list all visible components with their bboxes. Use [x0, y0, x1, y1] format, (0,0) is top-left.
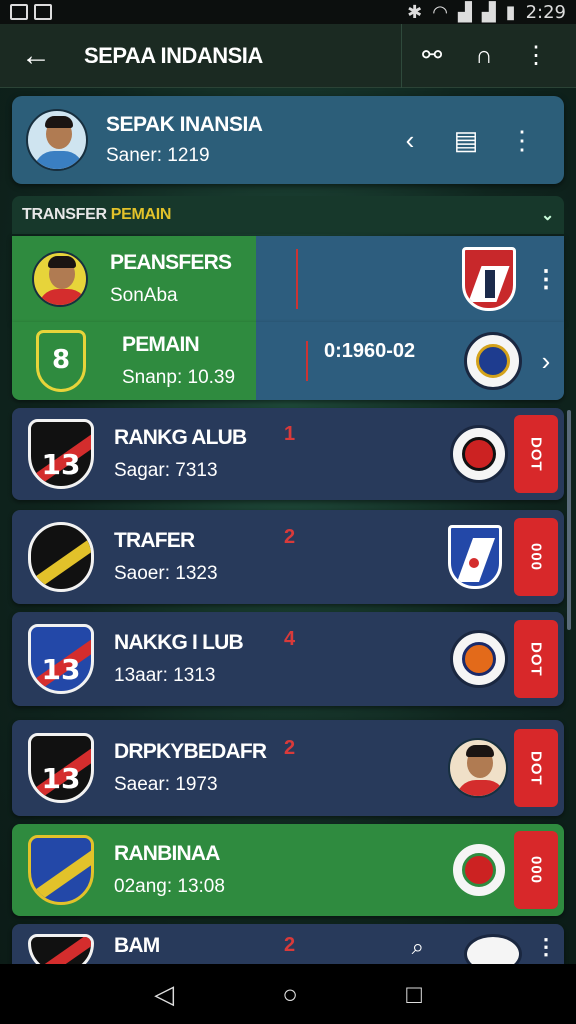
home-circle-icon[interactable]: ○: [282, 979, 298, 1010]
chevron-right-icon[interactable]: ›: [528, 346, 564, 377]
profile-name: SEPAK INANSIA: [106, 113, 263, 136]
club-crest: [28, 835, 94, 905]
list-item[interactable]: RANBINAA 02ang: 13:08 000: [12, 824, 564, 916]
player-avatar: [448, 738, 508, 798]
inbox-icon[interactable]: ▤: [438, 125, 494, 156]
club-crest: 8: [36, 330, 86, 392]
row-name: BAM: [114, 934, 160, 957]
avatar: [26, 109, 88, 171]
scrollbar[interactable]: [567, 410, 571, 630]
page-title: SEPAA INDANSIA: [84, 42, 263, 68]
row-rank: 1: [284, 422, 296, 445]
list-item[interactable]: 8 PEMAIN Snanp: 10.39 0:1960-02 ›: [12, 322, 564, 400]
club-badge: [450, 425, 508, 483]
club-crest: 13: [28, 733, 94, 803]
club-badge: [464, 332, 522, 390]
row-sub: Sagar: 7313: [114, 460, 218, 481]
share-icon[interactable]: ⚯: [406, 41, 458, 70]
action-tag[interactable]: DOT: [514, 729, 558, 807]
vibrate-icon: ✱: [407, 1, 423, 22]
search-icon[interactable]: ⌕: [324, 934, 464, 960]
list-item[interactable]: PEANSFERS SonAba ⋮: [12, 236, 564, 322]
row-name: PEMAIN: [122, 333, 200, 356]
row-name: RANBINAA: [114, 842, 220, 865]
club-badge: [464, 934, 522, 964]
system-nav-bar: ◁ ○ □: [0, 964, 576, 1024]
player-avatar: [32, 251, 88, 307]
divider: [401, 23, 402, 88]
profile-subtitle: Saner: 1219: [106, 145, 210, 166]
row-sub: SonAba: [110, 285, 178, 306]
list-item[interactable]: BAM 2 ⌕ ⋮: [12, 924, 564, 964]
club-crest: 13: [28, 624, 94, 694]
battery-icon: ▮: [505, 1, 516, 22]
list-item[interactable]: 13 NAKKG I LUB 13aar: 1313 4 DOT: [12, 612, 564, 706]
chevron-down-icon[interactable]: ⌄: [541, 205, 554, 225]
action-tag[interactable]: 000: [514, 831, 558, 909]
more-vert-icon[interactable]: ⋮: [528, 265, 564, 294]
more-vert-icon[interactable]: ⋮: [528, 934, 564, 960]
signal-icon-2: ▟: [481, 1, 496, 22]
action-tag[interactable]: DOT: [514, 620, 558, 698]
club-crest: [28, 522, 94, 592]
club-crest: [462, 247, 516, 311]
action-tag[interactable]: DOT: [514, 415, 558, 493]
headset-icon[interactable]: ∩: [458, 42, 510, 70]
club-badge: [450, 841, 508, 899]
wifi-icon: ◠: [432, 1, 448, 22]
section-title-yellow: PEMAIN: [110, 206, 172, 223]
club-crest: [448, 525, 502, 589]
row-rank: 2: [284, 525, 296, 548]
section-header[interactable]: TRANSFER PEMAIN ⌄: [12, 196, 564, 234]
row-name: NAKKG I LUB: [114, 631, 244, 654]
more-vert-icon[interactable]: ⋮: [510, 41, 562, 70]
row-name: DRPKYBEDAFR: [114, 740, 267, 763]
row-sub: Saear: 1973: [114, 774, 218, 795]
row-rank: 4: [284, 627, 296, 650]
signal-icon: ▟: [457, 1, 472, 22]
row-rank: 2: [284, 736, 296, 759]
back-arrow-icon[interactable]: ←: [14, 39, 58, 73]
recents-square-icon[interactable]: □: [406, 979, 422, 1010]
row-name: TRAFER: [114, 529, 195, 552]
gallery-icon: [34, 4, 52, 20]
row-name: RANKG ALUB: [114, 426, 247, 449]
section-title-white: TRANSFER: [22, 206, 107, 223]
back-triangle-icon[interactable]: ◁: [154, 979, 174, 1010]
list-item[interactable]: 13 RANKG ALUB Sagar: 7313 1 DOT: [12, 408, 564, 500]
row-rank: 2: [284, 934, 296, 956]
row-score: 0:1960-02: [324, 339, 416, 362]
list-item[interactable]: TRAFER Saoer: 1323 2 000: [12, 510, 564, 604]
notification-icon: [10, 4, 28, 20]
row-sub: 13aar: 1313: [114, 665, 216, 686]
row-sub: Saoer: 1323: [114, 563, 218, 584]
club-crest: [28, 934, 94, 964]
status-bar: ✱ ◠ ▟ ▟ ▮ 2:29: [0, 0, 576, 24]
clock: 2:29: [525, 1, 566, 23]
row-sub: 02ang: 13:08: [114, 876, 225, 897]
club-crest: 13: [28, 419, 94, 489]
more-vert-icon[interactable]: ⋮: [494, 125, 550, 156]
row-sub: Snanp: 10.39: [122, 367, 236, 388]
club-badge: [450, 630, 508, 688]
profile-card[interactable]: SEPAK INANSIA Saner: 1219 ‹ ▤ ⋮: [12, 96, 564, 184]
list-item[interactable]: 13 DRPKYBEDAFR Saear: 1973 2 DOT: [12, 720, 564, 816]
action-tag[interactable]: 000: [514, 518, 558, 596]
row-name: PEANSFERS: [110, 251, 232, 274]
chevron-left-icon[interactable]: ‹: [382, 125, 438, 156]
app-bar: ← SEPAA INDANSIA ⚯ ∩ ⋮: [0, 23, 576, 88]
